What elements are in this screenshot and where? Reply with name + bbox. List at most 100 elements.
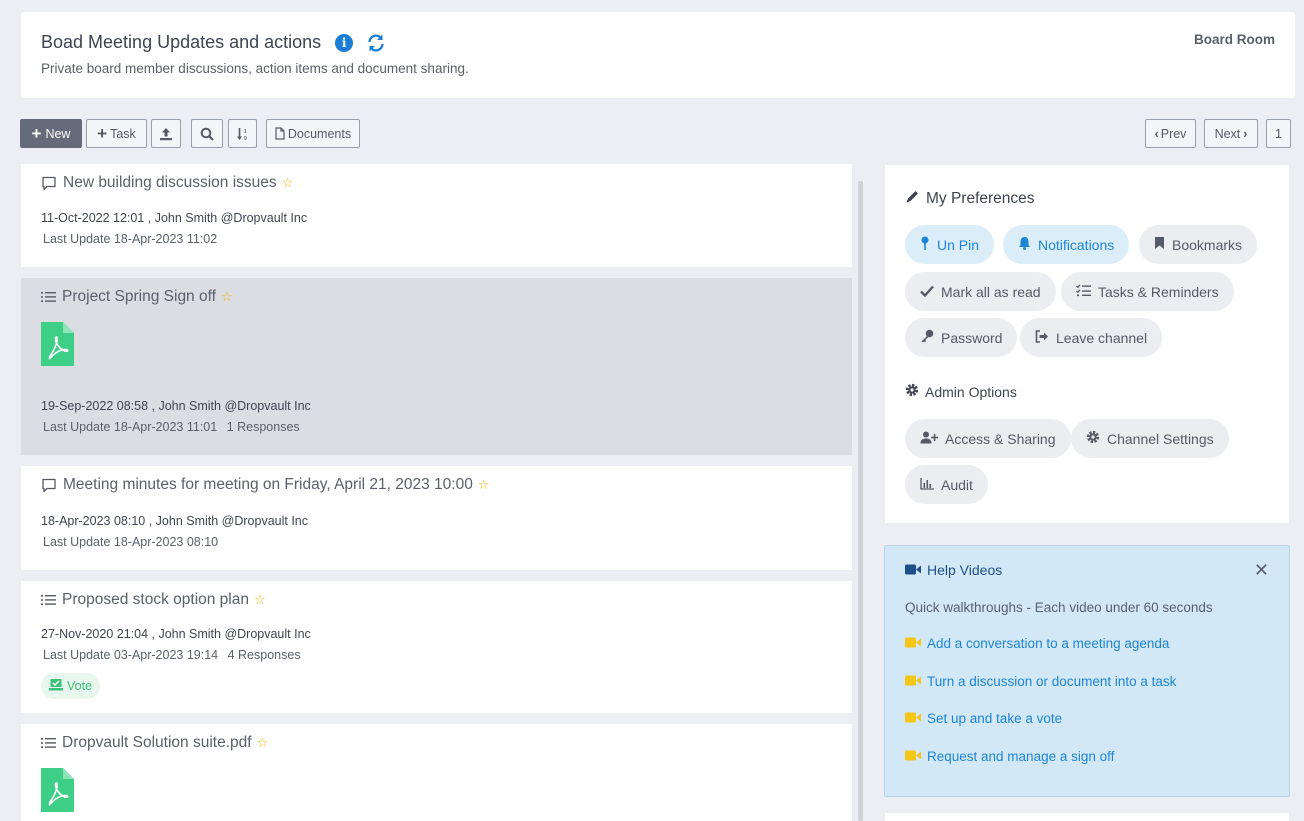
admin-options-title-row: Admin Options bbox=[905, 383, 1017, 400]
leave-channel-button[interactable]: Leave channel bbox=[1020, 318, 1163, 357]
list-scrollbar[interactable] bbox=[858, 181, 863, 821]
documents-button[interactable]: Documents bbox=[266, 119, 360, 148]
pencil-icon bbox=[905, 189, 920, 209]
item-created: 18-Apr-2023 08:10 , John Smith @Dropvaul… bbox=[41, 514, 308, 528]
refresh-icon[interactable] bbox=[366, 33, 386, 53]
svg-text:1: 1 bbox=[243, 129, 247, 135]
star-icon[interactable]: ☆ bbox=[254, 592, 266, 608]
next-label: Next bbox=[1214, 126, 1241, 141]
star-icon[interactable]: ☆ bbox=[257, 735, 269, 751]
tasks-reminders-button[interactable]: Tasks & Reminders bbox=[1061, 272, 1234, 311]
bookmarks-label: Bookmarks bbox=[1172, 236, 1243, 253]
vote-badge[interactable]: Vote bbox=[41, 673, 101, 699]
item-title-row: Meeting minutes for meeting on Friday, A… bbox=[41, 476, 490, 494]
unpin-button[interactable]: Un Pin bbox=[905, 225, 995, 264]
item-title[interactable]: Dropvault Solution suite.pdf bbox=[62, 734, 252, 752]
item-title-row: Proposed stock option plan ☆ bbox=[41, 591, 266, 609]
page-subtitle: Private board member discussions, action… bbox=[41, 61, 469, 76]
access-sharing-button[interactable]: Access & Sharing bbox=[905, 419, 1071, 458]
item-title-row: Dropvault Solution suite.pdf ☆ bbox=[41, 734, 268, 752]
page-number[interactable]: 1 bbox=[1266, 119, 1291, 148]
item-title[interactable]: Proposed stock option plan bbox=[62, 591, 249, 609]
sign-out-icon bbox=[1035, 329, 1049, 346]
help-video-link[interactable]: Set up and take a vote bbox=[905, 711, 1062, 726]
audit-label: Audit bbox=[941, 476, 973, 493]
plus-icon: + bbox=[31, 124, 42, 143]
notifications-label: Notifications bbox=[1038, 236, 1115, 253]
tasks-reminders-label: Tasks & Reminders bbox=[1098, 283, 1219, 300]
help-title-row: Help Videos bbox=[905, 562, 1002, 578]
close-icon[interactable]: ✕ bbox=[1254, 560, 1269, 581]
next-page-button[interactable]: Next › bbox=[1204, 119, 1258, 148]
plus-icon: + bbox=[97, 124, 108, 143]
info-icon[interactable]: i bbox=[335, 33, 354, 52]
item-title[interactable]: New building discussion issues bbox=[63, 174, 277, 192]
star-icon[interactable]: ☆ bbox=[478, 477, 490, 493]
task-button-label: Task bbox=[110, 126, 136, 141]
preferences-title-row: My Preferences bbox=[905, 189, 1035, 209]
list-item[interactable]: New building discussion issues ☆ 11-Oct-… bbox=[21, 164, 852, 267]
vote-icon bbox=[49, 678, 63, 694]
help-video-link[interactable]: Add a conversation to a meeting agenda bbox=[905, 636, 1169, 651]
notifications-button[interactable]: Notifications bbox=[1003, 225, 1130, 264]
add-task-button[interactable]: + Task bbox=[86, 119, 147, 148]
conversation-list: New building discussion issues ☆ 11-Oct-… bbox=[21, 164, 852, 821]
item-update-row: Last Update 18-Apr-2023 11:01 1 Response… bbox=[43, 420, 300, 434]
password-button[interactable]: Password bbox=[905, 318, 1018, 357]
upload-button[interactable] bbox=[151, 119, 181, 148]
pdf-file-icon[interactable] bbox=[41, 322, 74, 366]
item-title[interactable]: Project Spring Sign off bbox=[62, 288, 216, 306]
item-title-row: Project Spring Sign off ☆ bbox=[41, 288, 233, 306]
bell-icon bbox=[1018, 236, 1031, 253]
check-icon bbox=[920, 284, 934, 300]
comment-icon bbox=[41, 176, 57, 191]
list-item[interactable]: Proposed stock option plan ☆ 27-Nov-2020… bbox=[21, 581, 852, 713]
help-video-link[interactable]: Request and manage a sign off bbox=[905, 749, 1114, 764]
item-responses[interactable]: 4 Responses bbox=[228, 648, 301, 662]
channel-settings-button[interactable]: Channel Settings bbox=[1071, 419, 1229, 458]
item-updated: Last Update 18-Apr-2023 08:10 bbox=[43, 535, 219, 549]
search-button[interactable] bbox=[191, 119, 223, 148]
help-videos-panel: Help Videos ✕ Quick walkthroughs - Each … bbox=[884, 545, 1290, 797]
help-video-link[interactable]: Turn a discussion or document into a tas… bbox=[905, 674, 1176, 689]
mark-all-read-button[interactable]: Mark all as read bbox=[905, 272, 1056, 311]
star-icon[interactable]: ☆ bbox=[282, 175, 294, 191]
channel-header: Boad Meeting Updates and actions i Priva… bbox=[21, 12, 1295, 98]
list-item[interactable]: Project Spring Sign off ☆ 19-Sep-2022 08… bbox=[21, 278, 852, 455]
documents-button-label: Documents bbox=[287, 126, 352, 141]
new-button[interactable]: + New bbox=[20, 119, 82, 148]
pin-icon bbox=[920, 236, 930, 253]
item-created: 11-Oct-2022 12:01 , John Smith @Dropvaul… bbox=[41, 211, 308, 225]
help-video-link-label: Add a conversation to a meeting agenda bbox=[927, 636, 1170, 651]
item-created: 27-Nov-2020 21:04 , John Smith @Dropvaul… bbox=[41, 627, 311, 641]
sort-button[interactable]: 19 bbox=[228, 119, 257, 148]
prev-page-button[interactable]: ‹ Prev bbox=[1145, 119, 1196, 148]
item-title[interactable]: Meeting minutes for meeting on Friday, A… bbox=[63, 476, 473, 494]
star-icon[interactable]: ☆ bbox=[221, 289, 233, 305]
help-title: Help Videos bbox=[927, 562, 1003, 578]
comment-icon bbox=[41, 478, 57, 493]
item-created: 19-Sep-2022 08:58 , John Smith @Dropvaul… bbox=[41, 399, 311, 413]
pdf-file-icon[interactable] bbox=[41, 768, 74, 812]
side-panel-card bbox=[885, 813, 1289, 821]
item-responses[interactable]: 1 Responses bbox=[227, 420, 300, 434]
prev-label: Prev bbox=[1160, 126, 1187, 141]
gear-icon bbox=[905, 383, 919, 400]
mark-all-read-label: Mark all as read bbox=[941, 283, 1041, 300]
page-title: Boad Meeting Updates and actions bbox=[41, 32, 322, 52]
tasks-icon bbox=[1076, 283, 1091, 300]
list-item[interactable]: Dropvault Solution suite.pdf ☆ bbox=[21, 724, 852, 821]
bookmarks-button[interactable]: Bookmarks bbox=[1139, 225, 1258, 264]
list-item[interactable]: Meeting minutes for meeting on Friday, A… bbox=[21, 466, 852, 570]
sort-icon: 19 bbox=[236, 127, 250, 141]
audit-button[interactable]: Audit bbox=[905, 465, 988, 504]
channel-settings-label: Channel Settings bbox=[1107, 430, 1214, 447]
preferences-panel: My Preferences Un Pin Notifications Book… bbox=[885, 165, 1289, 523]
video-camera-icon bbox=[905, 749, 921, 764]
video-camera-icon bbox=[905, 562, 921, 578]
room-link[interactable]: Board Room bbox=[1194, 32, 1275, 47]
preferences-title: My Preferences bbox=[926, 190, 1035, 207]
new-button-label: New bbox=[45, 126, 71, 141]
video-camera-icon bbox=[905, 674, 921, 689]
title-row: Boad Meeting Updates and actions i bbox=[41, 32, 386, 53]
